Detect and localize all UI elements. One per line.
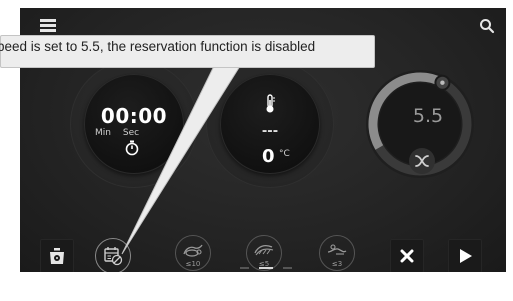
app-frame: 00:00 Min Sec --- 0 °C 5.5 ≤10 ≤5 ≤3 pee…: [0, 0, 513, 301]
tooltip-text: peed is set to 5.5, the reservation func…: [0, 39, 316, 54]
